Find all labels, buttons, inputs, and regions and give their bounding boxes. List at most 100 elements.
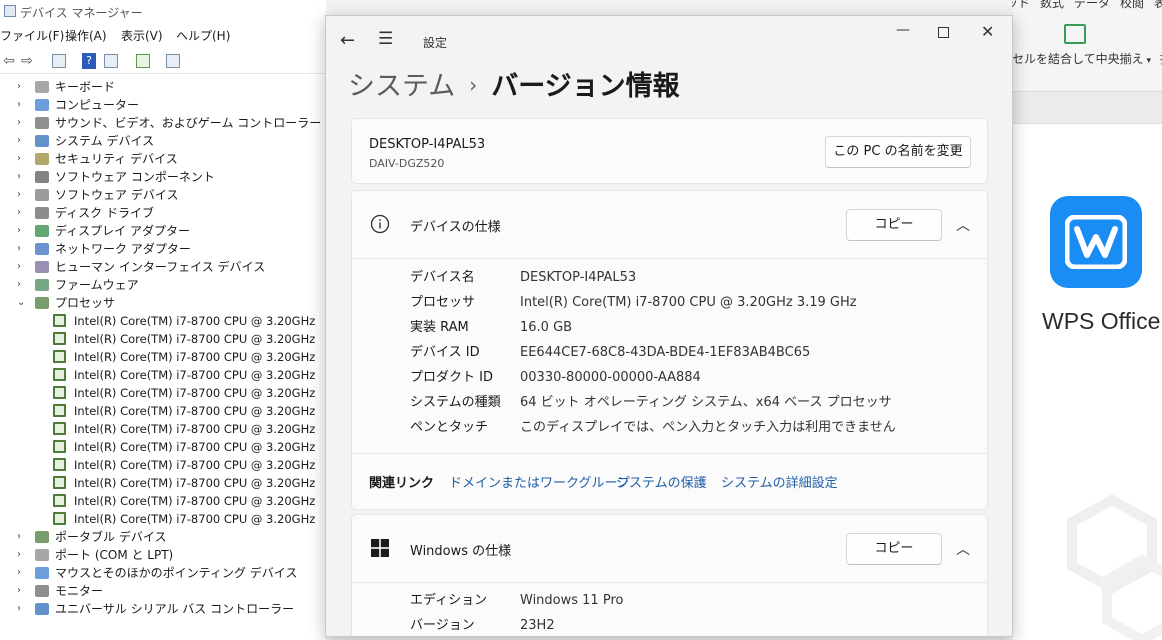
chevron-right-icon[interactable]: › xyxy=(17,186,27,204)
processor-item[interactable]: Intel(R) Core(TM) i7-8700 CPU @ 3.20GHz xyxy=(0,402,326,420)
tree-label: ディスク ドライブ xyxy=(55,206,154,220)
close-icon[interactable]: ✕ xyxy=(981,22,994,41)
help-icon[interactable]: ? xyxy=(82,53,96,69)
tree-label: モニター xyxy=(55,584,104,598)
processor-item[interactable]: Intel(R) Core(TM) i7-8700 CPU @ 3.20GHz xyxy=(0,330,326,348)
processor-item[interactable]: Intel(R) Core(TM) i7-8700 CPU @ 3.20GHz xyxy=(0,438,326,456)
tree-category[interactable]: › ユニバーサル シリアル バス コントローラー xyxy=(0,600,326,618)
merge-center-button[interactable]: セルを結合して中央揃え ▾ 折 xyxy=(1012,50,1162,67)
menu-help[interactable]: ヘルプ(H) xyxy=(176,27,230,44)
back-arrow-icon[interactable]: ← xyxy=(340,30,355,51)
chevron-right-icon[interactable]: › xyxy=(17,258,27,276)
link-domain-workgroup[interactable]: ドメインまたはワークグループ xyxy=(449,472,630,491)
device-category-icon xyxy=(35,531,49,543)
breadcrumb-system[interactable]: システム xyxy=(348,71,455,102)
tree-category[interactable]: › ポータブル デバイス xyxy=(0,528,326,546)
link-system-protection[interactable]: システムの保護 xyxy=(616,472,707,491)
properties-icon[interactable] xyxy=(52,54,66,68)
spec-label: デバイス名 xyxy=(410,270,475,285)
back-arrow-icon[interactable]: ⇦ xyxy=(0,52,18,70)
wps-menu-item[interactable]: ッド xyxy=(1012,0,1030,10)
chevron-right-icon[interactable]: › xyxy=(17,96,27,114)
maximize-icon[interactable] xyxy=(938,27,949,38)
processor-item[interactable]: Intel(R) Core(TM) i7-8700 CPU @ 3.20GHz xyxy=(0,348,326,366)
tree-category[interactable]: ⌄ プロセッサ xyxy=(0,294,326,312)
windows-specs-header[interactable]: Windows の仕様 コピー ︿ xyxy=(352,515,987,583)
pc-name: DESKTOP-I4PAL53 xyxy=(369,137,486,152)
processor-item[interactable]: Intel(R) Core(TM) i7-8700 CPU @ 3.20GHz xyxy=(0,510,326,528)
hamburger-menu-icon[interactable]: ☰ xyxy=(378,29,393,49)
device-category-icon xyxy=(35,99,49,111)
chevron-right-icon[interactable]: › xyxy=(17,222,27,240)
tree-category[interactable]: › キーボード xyxy=(0,78,326,96)
tree-category[interactable]: › ディスク ドライブ xyxy=(0,204,326,222)
chevron-right-icon[interactable]: › xyxy=(17,168,27,186)
menu-file[interactable]: ファイル(F) xyxy=(0,27,64,44)
tree-category[interactable]: › コンピューター xyxy=(0,96,326,114)
processor-item[interactable]: Intel(R) Core(TM) i7-8700 CPU @ 3.20GHz xyxy=(0,456,326,474)
processor-icon xyxy=(53,422,66,435)
device-specs-header[interactable]: デバイスの仕様 コピー ︿ xyxy=(352,191,987,259)
chevron-right-icon[interactable]: › xyxy=(17,204,27,222)
tree-category[interactable]: › ソフトウェア デバイス xyxy=(0,186,326,204)
update-driver-icon[interactable] xyxy=(104,54,118,68)
chevron-right-icon[interactable]: › xyxy=(17,582,27,600)
tree-category[interactable]: › システム デバイス xyxy=(0,132,326,150)
tree-category[interactable]: › ネットワーク アダプター xyxy=(0,240,326,258)
windows-specs-title: Windows の仕様 xyxy=(410,544,512,559)
tree-category[interactable]: › ソフトウェア コンポーネント xyxy=(0,168,326,186)
tree-category[interactable]: › サウンド、ビデオ、およびゲーム コントローラー xyxy=(0,114,326,132)
processor-item[interactable]: Intel(R) Core(TM) i7-8700 CPU @ 3.20GHz xyxy=(0,312,326,330)
chevron-right-icon[interactable]: › xyxy=(17,132,27,150)
chevron-right-icon[interactable]: › xyxy=(17,114,27,132)
dm-toolbar: ⇦ ⇨ ? xyxy=(0,50,326,74)
tree-category[interactable]: › ファームウェア xyxy=(0,276,326,294)
processor-item[interactable]: Intel(R) Core(TM) i7-8700 CPU @ 3.20GHz xyxy=(0,474,326,492)
wps-menu-item[interactable]: データ xyxy=(1074,0,1110,10)
chevron-up-icon[interactable]: ︿ xyxy=(956,215,970,235)
monitor-icon[interactable] xyxy=(166,54,180,68)
windows-specs-card: Windows の仕様 コピー ︿ エディション Windows 11 Pro バー… xyxy=(351,514,988,636)
device-specs-copy-button[interactable]: コピー xyxy=(846,209,942,241)
tree-category[interactable]: › ポート (COM と LPT) xyxy=(0,546,326,564)
windows-specs-copy-button[interactable]: コピー xyxy=(846,533,942,565)
pc-name-card: DESKTOP-I4PAL53 DAIV-DGZ520 この PC の名前を変更 xyxy=(351,118,988,184)
menu-view[interactable]: 表示(V) xyxy=(121,27,163,44)
chevron-up-icon[interactable]: ︿ xyxy=(956,539,970,559)
processor-icon xyxy=(53,512,66,525)
processor-item[interactable]: Intel(R) Core(TM) i7-8700 CPU @ 3.20GHz xyxy=(0,492,326,510)
processor-item[interactable]: Intel(R) Core(TM) i7-8700 CPU @ 3.20GHz xyxy=(0,384,326,402)
device-manager-window: デバイス マネージャー ファイル(F) 操作(A) 表示(V) ヘルプ(H) ⇦… xyxy=(0,0,326,640)
spec-label: ペンとタッチ xyxy=(410,420,489,435)
processor-icon xyxy=(53,404,66,417)
merge-center-icon[interactable] xyxy=(1064,24,1086,44)
wps-ribbon: ッド数式データ校閲表示ToolsClick to f... セルを結合して中央揃… xyxy=(1012,0,1162,92)
forward-arrow-icon[interactable]: ⇨ xyxy=(18,52,36,70)
rename-pc-button[interactable]: この PC の名前を変更 xyxy=(825,136,971,168)
wps-menu-item[interactable]: 表示 xyxy=(1154,0,1162,10)
chevron-right-icon[interactable]: › xyxy=(17,528,27,546)
wps-menu-item[interactable]: 数式 xyxy=(1040,0,1064,10)
chevron-right-icon[interactable]: › xyxy=(17,546,27,564)
tree-category[interactable]: › ディスプレイ アダプター xyxy=(0,222,326,240)
tree-category[interactable]: › セキュリティ デバイス xyxy=(0,150,326,168)
device-category-icon xyxy=(35,81,49,93)
tree-category[interactable]: › ヒューマン インターフェイス デバイス xyxy=(0,258,326,276)
scan-hardware-icon[interactable] xyxy=(136,54,150,68)
tree-category[interactable]: › マウスとそのほかのポインティング デバイス xyxy=(0,564,326,582)
chevron-right-icon[interactable]: › xyxy=(17,276,27,294)
chevron-right-icon[interactable]: › xyxy=(17,78,27,96)
chevron-right-icon[interactable]: › xyxy=(17,240,27,258)
wps-menu-item[interactable]: 校閲 xyxy=(1120,0,1144,10)
chevron-right-icon[interactable]: › xyxy=(17,564,27,582)
chevron-down-icon[interactable]: ⌄ xyxy=(17,294,27,312)
menu-action[interactable]: 操作(A) xyxy=(65,27,107,44)
link-advanced-system-settings[interactable]: システムの詳細設定 xyxy=(721,472,838,491)
minimize-icon[interactable]: — xyxy=(896,22,910,38)
chevron-right-icon[interactable]: › xyxy=(17,150,27,168)
chevron-right-icon[interactable]: › xyxy=(17,600,27,618)
processor-item[interactable]: Intel(R) Core(TM) i7-8700 CPU @ 3.20GHz xyxy=(0,420,326,438)
processor-item[interactable]: Intel(R) Core(TM) i7-8700 CPU @ 3.20GHz xyxy=(0,366,326,384)
tree-label: Intel(R) Core(TM) i7-8700 CPU @ 3.20GHz xyxy=(74,368,316,382)
tree-category[interactable]: › モニター xyxy=(0,582,326,600)
